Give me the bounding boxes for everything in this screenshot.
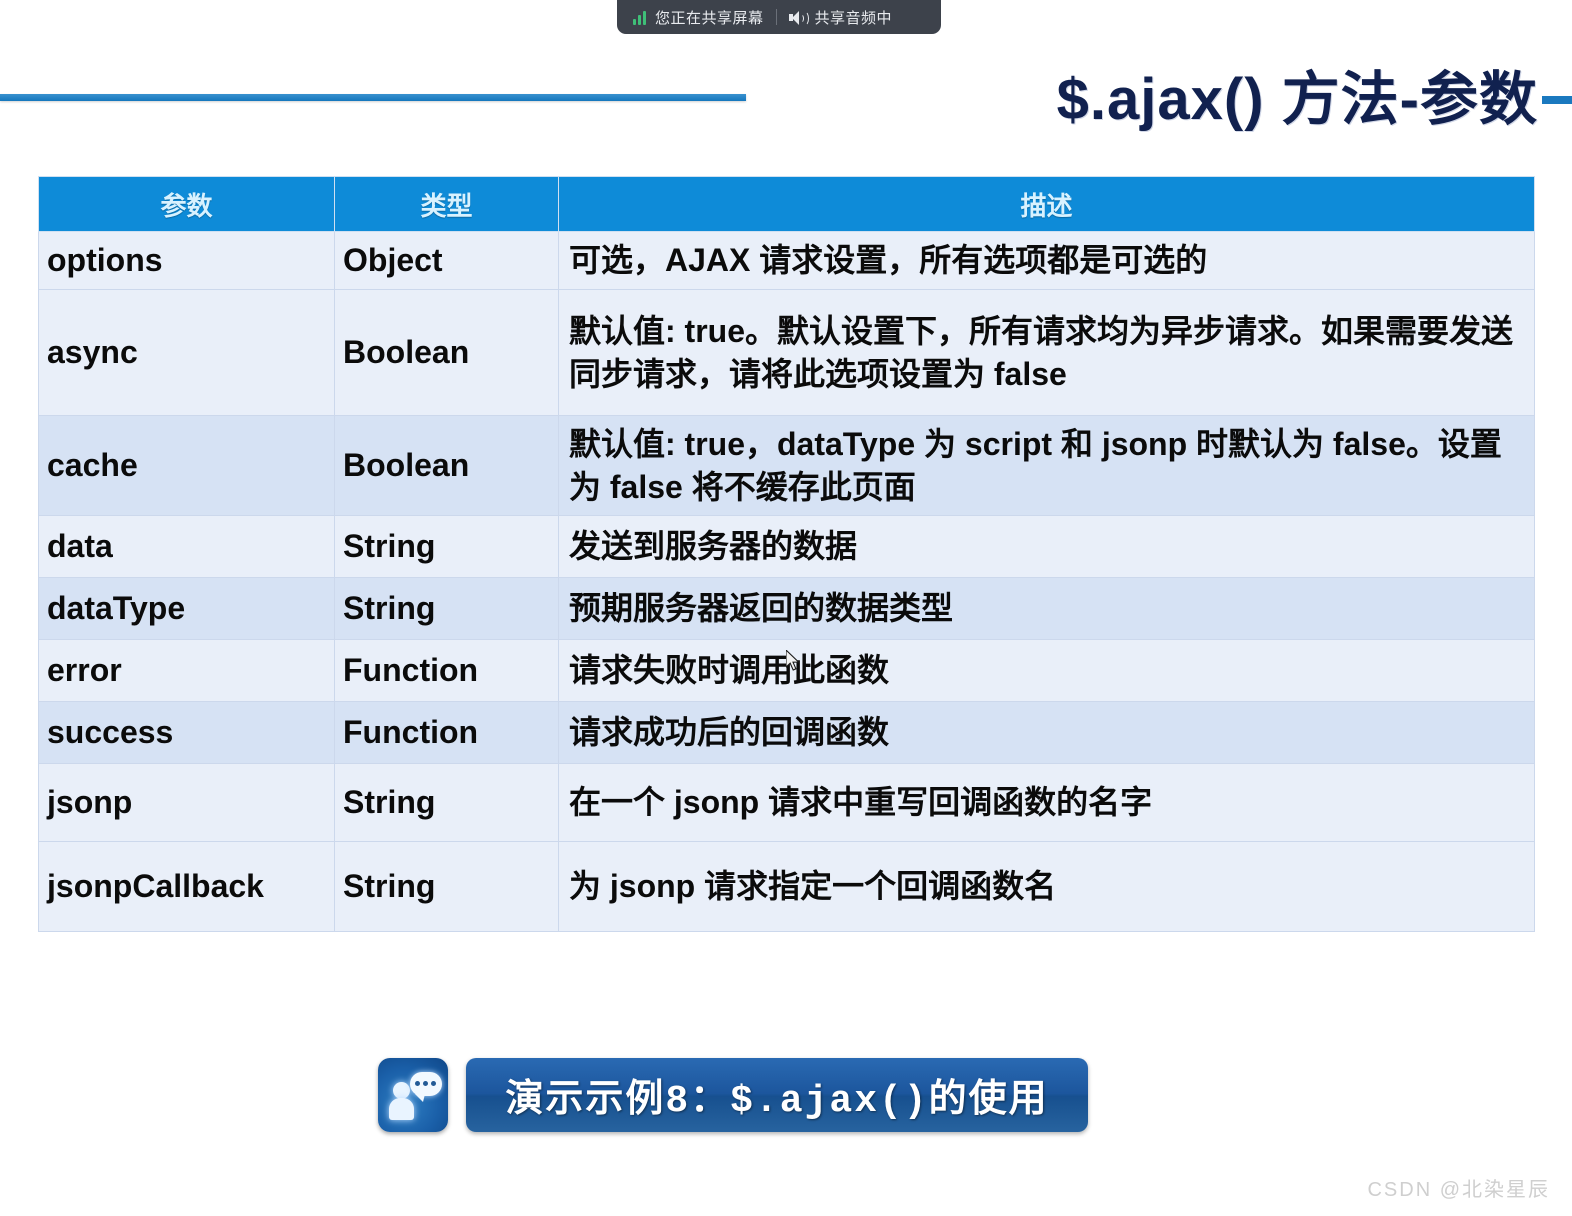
banner-divider xyxy=(775,9,777,25)
cell-desc: 发送到服务器的数据 xyxy=(558,515,1535,578)
demo-example-label: 演示示例8：$.ajax()的使用 xyxy=(505,1080,1049,1123)
cell-desc: 为 jsonp 请求指定一个回调函数名 xyxy=(558,841,1535,932)
cell-desc: 请求失败时调用此函数 xyxy=(558,639,1535,702)
cell-type: String xyxy=(334,763,559,842)
cell-param: cache xyxy=(38,415,335,516)
person-speech-bubble-icon xyxy=(378,1058,448,1132)
cell-desc: 在一个 jsonp 请求中重写回调函数的名字 xyxy=(558,763,1535,842)
cell-param: async xyxy=(38,289,335,416)
table-row: jsonp String 在一个 jsonp 请求中重写回调函数的名字 xyxy=(38,763,1535,842)
csdn-watermark: CSDN @北染星辰 xyxy=(1367,1179,1550,1201)
screen-share-label: 您正在共享屏幕 xyxy=(655,9,764,27)
cell-param: error xyxy=(38,639,335,702)
table-row: success Function 请求成功后的回调函数 xyxy=(38,701,1535,764)
screen-share-banner: 您正在共享屏幕 共享音频中 xyxy=(617,0,941,34)
cell-param: options xyxy=(38,231,335,290)
cell-desc: 可选，AJAX 请求设置，所有选项都是可选的 xyxy=(558,231,1535,290)
cell-desc: 预期服务器返回的数据类型 xyxy=(558,577,1535,640)
demo-example-row: 演示示例8：$.ajax()的使用 xyxy=(378,1058,1088,1132)
title-rule xyxy=(0,94,746,101)
cell-type: Function xyxy=(334,639,559,702)
cell-desc: 默认值: true，dataType 为 script 和 jsonp 时默认为… xyxy=(558,415,1535,516)
table-header-row: 参数 类型 描述 xyxy=(38,176,1535,232)
column-header-param: 参数 xyxy=(38,176,335,232)
table-row: options Object 可选，AJAX 请求设置，所有选项都是可选的 xyxy=(38,231,1535,290)
cell-type: String xyxy=(334,577,559,640)
page-title: $.ajax() 方法-参数 xyxy=(1056,67,1538,132)
column-header-type: 类型 xyxy=(334,176,559,232)
audio-share-label: 共享音频中 xyxy=(814,9,893,27)
cell-type: Boolean xyxy=(334,289,559,416)
cell-type: String xyxy=(334,841,559,932)
cell-param: success xyxy=(38,701,335,764)
cell-param: jsonp xyxy=(38,763,335,842)
table-row: error Function 请求失败时调用此函数 xyxy=(38,639,1535,702)
cell-desc: 默认值: true。默认设置下，所有请求均为异步请求。如果需要发送同步请求，请将… xyxy=(558,289,1535,416)
cell-param: data xyxy=(38,515,335,578)
ajax-parameters-table: 参数 类型 描述 options Object 可选，AJAX 请求设置，所有选… xyxy=(38,176,1535,932)
cell-param: dataType xyxy=(38,577,335,640)
cell-type: Boolean xyxy=(334,415,559,516)
cell-param: jsonpCallback xyxy=(38,841,335,932)
signal-bars-icon xyxy=(633,10,646,25)
cell-type: String xyxy=(334,515,559,578)
cell-type: Function xyxy=(334,701,559,764)
cell-type: Object xyxy=(334,231,559,290)
table-row: async Boolean 默认值: true。默认设置下，所有请求均为异步请求… xyxy=(38,289,1535,416)
cell-desc: 请求成功后的回调函数 xyxy=(558,701,1535,764)
speaker-icon xyxy=(788,10,809,26)
demo-example-banner: 演示示例8：$.ajax()的使用 xyxy=(466,1058,1088,1132)
table-row: data String 发送到服务器的数据 xyxy=(38,515,1535,578)
table-row: cache Boolean 默认值: true，dataType 为 scrip… xyxy=(38,415,1535,516)
title-dash-accent xyxy=(1542,96,1572,104)
column-header-desc: 描述 xyxy=(558,176,1535,232)
table-row: jsonpCallback String 为 jsonp 请求指定一个回调函数名 xyxy=(38,841,1535,932)
table-row: dataType String 预期服务器返回的数据类型 xyxy=(38,577,1535,640)
